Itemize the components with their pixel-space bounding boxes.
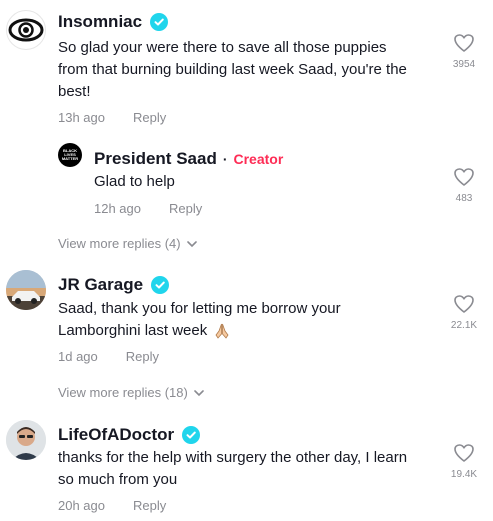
reply-button[interactable]: Reply xyxy=(126,349,159,364)
reply-button[interactable]: Reply xyxy=(169,201,202,216)
verified-badge-icon xyxy=(182,426,201,444)
comment-header: LifeOfADoctor xyxy=(58,425,201,445)
praying-hands-icon xyxy=(215,323,229,339)
comment-text: thanks for the help with surgery the oth… xyxy=(58,449,408,488)
comment-header: JR Garage xyxy=(58,275,170,295)
comment-meta: 20h ago Reply xyxy=(58,498,166,513)
heart-icon[interactable] xyxy=(444,293,484,315)
like-count: 22.1K xyxy=(450,320,478,331)
eye-logo-icon xyxy=(8,18,44,42)
like-count: 483 xyxy=(455,193,473,204)
like-button[interactable]: 22.1K xyxy=(444,293,484,331)
timestamp: 13h ago xyxy=(58,110,105,125)
comment-meta: 13h ago Reply xyxy=(58,110,166,125)
like-button[interactable]: 19.4K xyxy=(444,442,484,480)
username[interactable]: President Saad xyxy=(94,149,217,169)
comment-header: Insomniac xyxy=(58,12,169,32)
username[interactable]: LifeOfADoctor xyxy=(58,425,174,445)
like-count: 3954 xyxy=(452,59,476,70)
reply-button[interactable]: Reply xyxy=(133,498,166,513)
reply-button[interactable]: Reply xyxy=(133,110,166,125)
timestamp: 1d ago xyxy=(58,349,98,364)
comment-text: So glad your were there to save all thos… xyxy=(58,39,407,100)
view-more-replies[interactable]: View more replies (4) xyxy=(58,236,197,251)
reply-header: President Saad · Creator xyxy=(94,149,284,169)
comment-meta: 1d ago Reply xyxy=(58,349,159,364)
heart-icon[interactable] xyxy=(444,166,484,188)
avatar-president-saad[interactable]: BLACK LIVES MATTER xyxy=(58,143,82,167)
avatar-lifeofadoctor[interactable] xyxy=(6,420,46,460)
avatar-insomniac[interactable] xyxy=(6,10,46,50)
chevron-down-icon xyxy=(194,389,204,396)
creator-label: Creator xyxy=(233,151,284,167)
username[interactable]: JR Garage xyxy=(58,275,143,295)
timestamp: 12h ago xyxy=(94,201,141,216)
username[interactable]: Insomniac xyxy=(58,12,142,32)
person-photo-avatar xyxy=(6,420,46,460)
chevron-down-icon xyxy=(186,240,197,247)
heart-icon[interactable] xyxy=(444,442,484,464)
verified-badge-icon xyxy=(151,276,170,294)
avatar-jr-garage[interactable] xyxy=(6,270,46,310)
timestamp: 20h ago xyxy=(58,498,105,513)
heart-icon[interactable] xyxy=(444,32,484,54)
verified-badge-icon xyxy=(150,13,169,31)
reply-text: Glad to help xyxy=(94,173,175,190)
like-button[interactable]: 3954 xyxy=(444,32,484,70)
like-button[interactable]: 483 xyxy=(444,166,484,204)
like-count: 19.4K xyxy=(450,469,478,480)
view-more-replies[interactable]: View more replies (18) xyxy=(58,385,204,400)
reply-meta: 12h ago Reply xyxy=(94,201,202,216)
car-photo-avatar xyxy=(6,270,46,310)
comment-text: Saad, thank you for letting me borrow yo… xyxy=(58,300,341,339)
